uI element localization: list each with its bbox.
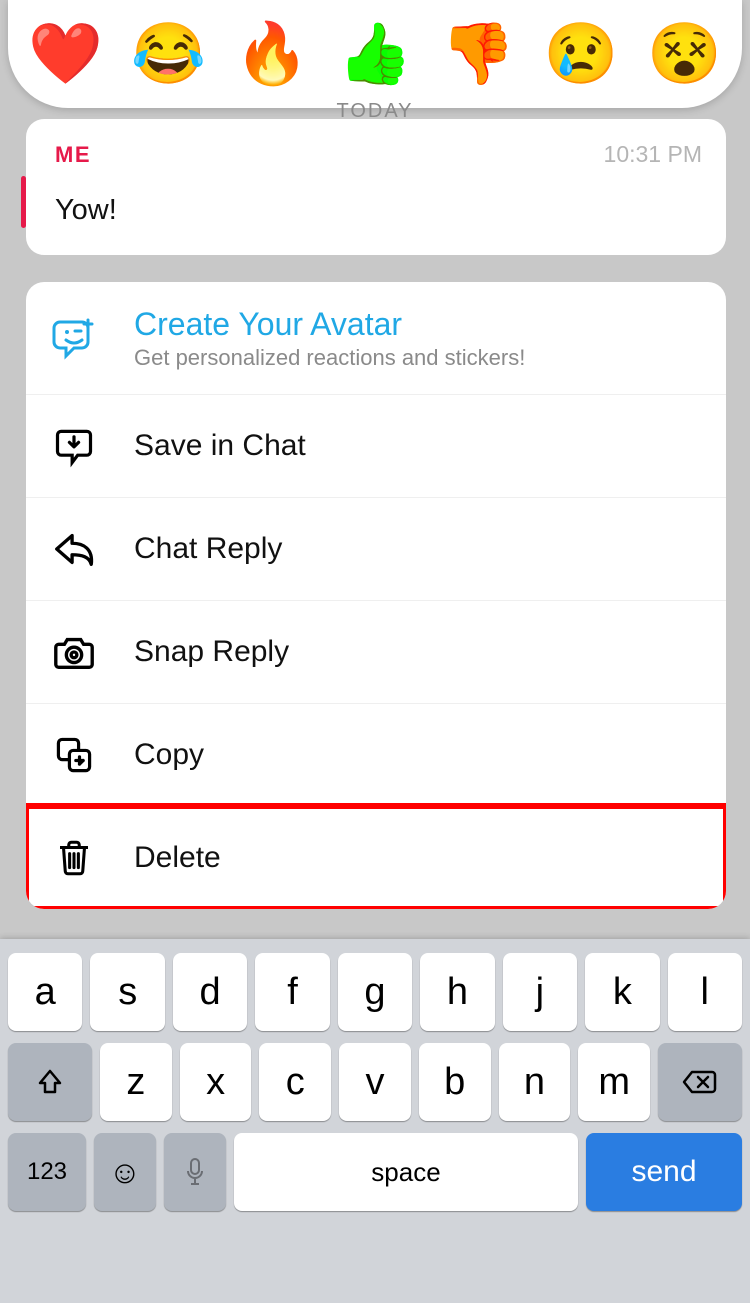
- reaction-heart[interactable]: ❤️: [28, 24, 103, 84]
- camera-icon: [50, 628, 98, 676]
- reaction-laugh[interactable]: 😂: [131, 24, 206, 84]
- message-body: Yow!: [55, 194, 702, 227]
- key-numbers[interactable]: 123: [8, 1133, 86, 1211]
- keyboard: a s d f g h j k l z x c v b n m 123 ☺: [0, 939, 750, 1303]
- message-bubble[interactable]: ME 10:31 PM Yow!: [26, 119, 726, 255]
- key-s[interactable]: s: [90, 953, 164, 1031]
- menu-label: Chat Reply: [134, 532, 282, 566]
- key-m[interactable]: m: [578, 1043, 650, 1121]
- key-send[interactable]: send: [586, 1133, 742, 1211]
- trash-icon: [50, 834, 98, 882]
- key-l[interactable]: l: [668, 953, 742, 1031]
- reaction-confused[interactable]: 😵: [647, 24, 722, 84]
- key-backspace[interactable]: [658, 1043, 742, 1121]
- reply-icon: [50, 525, 98, 573]
- menu-save-in-chat[interactable]: Save in Chat: [26, 394, 726, 497]
- menu-delete[interactable]: Delete: [26, 806, 726, 909]
- key-shift[interactable]: [8, 1043, 92, 1121]
- key-x[interactable]: x: [180, 1043, 252, 1121]
- menu-create-avatar[interactable]: Create Your Avatar Get personalized reac…: [26, 282, 726, 394]
- key-g[interactable]: g: [338, 953, 412, 1031]
- key-h[interactable]: h: [420, 953, 494, 1031]
- key-a[interactable]: a: [8, 953, 82, 1031]
- message-accent-bar: [21, 176, 26, 228]
- menu-label: Create Your Avatar: [134, 306, 525, 343]
- menu-label: Save in Chat: [134, 429, 306, 463]
- key-z[interactable]: z: [100, 1043, 172, 1121]
- menu-chat-reply[interactable]: Chat Reply: [26, 497, 726, 600]
- sender-label: ME: [55, 142, 91, 168]
- key-c[interactable]: c: [259, 1043, 331, 1121]
- reaction-fire[interactable]: 🔥: [234, 24, 309, 84]
- reaction-sad[interactable]: 😢: [544, 24, 619, 84]
- save-icon: [50, 422, 98, 470]
- copy-icon: [50, 731, 98, 779]
- timestamp: 10:31 PM: [604, 141, 702, 168]
- key-f[interactable]: f: [255, 953, 329, 1031]
- key-v[interactable]: v: [339, 1043, 411, 1121]
- key-d[interactable]: d: [173, 953, 247, 1031]
- menu-snap-reply[interactable]: Snap Reply: [26, 600, 726, 703]
- key-k[interactable]: k: [585, 953, 659, 1031]
- menu-label: Snap Reply: [134, 635, 289, 669]
- reaction-thumbs-down[interactable]: 👎: [441, 24, 516, 84]
- menu-copy[interactable]: Copy: [26, 703, 726, 806]
- menu-label: Delete: [134, 841, 221, 875]
- key-n[interactable]: n: [499, 1043, 571, 1121]
- menu-label: Copy: [134, 738, 204, 772]
- reaction-thumbs-up[interactable]: 👍: [338, 24, 413, 84]
- reactions-bar: ❤️ 😂 🔥 👍 👎 😢 😵: [8, 0, 742, 108]
- avatar-icon: [50, 314, 98, 362]
- menu-subtitle: Get personalized reactions and stickers!: [134, 345, 525, 371]
- key-b[interactable]: b: [419, 1043, 491, 1121]
- key-j[interactable]: j: [503, 953, 577, 1031]
- key-emoji[interactable]: ☺: [94, 1133, 156, 1211]
- key-space[interactable]: space: [234, 1133, 578, 1211]
- key-microphone[interactable]: [164, 1133, 226, 1211]
- context-menu: Create Your Avatar Get personalized reac…: [26, 282, 726, 909]
